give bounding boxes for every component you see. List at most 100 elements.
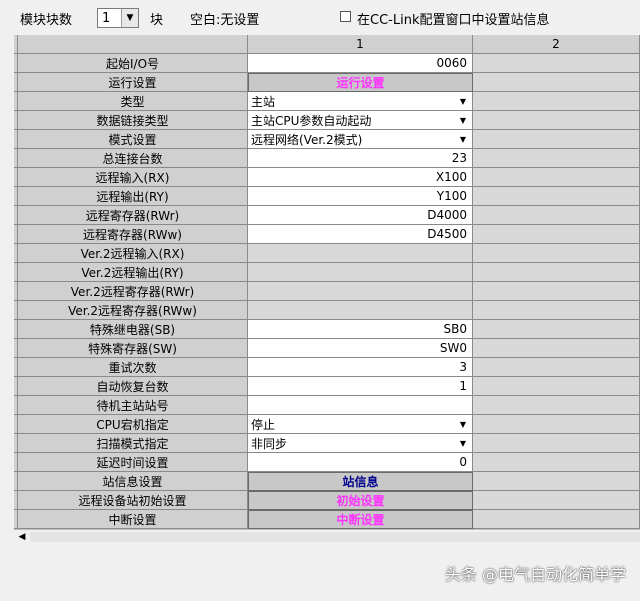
value-cell[interactable]: 3 bbox=[248, 358, 473, 377]
value-dropdown[interactable]: 主站 ▼ bbox=[248, 92, 473, 111]
table-row: 特殊继电器(SB) SB0 bbox=[14, 320, 640, 339]
row-label: 扫描模式指定 bbox=[18, 434, 248, 453]
row-label: 模式设置 bbox=[18, 130, 248, 149]
module-2-cell bbox=[473, 187, 640, 206]
table-row: 运行设置 运行设置 bbox=[14, 73, 640, 92]
value-cell[interactable] bbox=[248, 396, 473, 415]
station-info-checkbox-label: 在CC-Link配置窗口中设置站信息 bbox=[357, 13, 550, 28]
row-label: 远程输出(RY) bbox=[18, 187, 248, 206]
module-2-cell bbox=[473, 54, 640, 73]
module-unit-label: 块 bbox=[150, 13, 164, 28]
dropdown-value: 远程网络(Ver.2模式) bbox=[251, 132, 363, 147]
settings-button[interactable]: 运行设置 bbox=[248, 73, 473, 92]
row-label: 总连接台数 bbox=[18, 149, 248, 168]
module-2-cell bbox=[473, 510, 640, 529]
value-cell[interactable]: D4500 bbox=[248, 225, 473, 244]
table-row: 总连接台数 23 bbox=[14, 149, 640, 168]
chevron-down-icon[interactable]: ▼ bbox=[455, 416, 471, 432]
table-row: Ver.2远程寄存器(RWr) bbox=[14, 282, 640, 301]
scrollbar-thumb[interactable] bbox=[30, 532, 640, 542]
dropdown-value: 停止 bbox=[251, 417, 276, 432]
row-label: Ver.2远程寄存器(RWr) bbox=[18, 282, 248, 301]
value-dropdown[interactable]: 非同步 ▼ bbox=[248, 434, 473, 453]
module-2-cell bbox=[473, 130, 640, 149]
value-cell[interactable]: X100 bbox=[248, 168, 473, 187]
row-label: 运行设置 bbox=[18, 73, 248, 92]
module-count-label: 模块块数 bbox=[20, 13, 73, 28]
module-2-cell bbox=[473, 149, 640, 168]
value-dropdown[interactable]: 远程网络(Ver.2模式) ▼ bbox=[248, 130, 473, 149]
value-cell[interactable]: 0 bbox=[248, 453, 473, 472]
row-label: Ver.2远程输入(RX) bbox=[18, 244, 248, 263]
table-row: Ver.2远程寄存器(RWw) bbox=[14, 301, 640, 320]
table-row: 自动恢复台数 1 bbox=[14, 377, 640, 396]
module-2-cell bbox=[473, 206, 640, 225]
table-row: 远程寄存器(RWr) D4000 bbox=[14, 206, 640, 225]
table-row: 站信息设置 站信息 bbox=[14, 472, 640, 491]
dropdown-value: 非同步 bbox=[251, 436, 288, 451]
station-info-checkbox[interactable] bbox=[340, 11, 351, 22]
settings-button[interactable]: 中断设置 bbox=[248, 510, 473, 529]
button-label: 运行设置 bbox=[336, 76, 385, 90]
chevron-down-icon[interactable]: ▼ bbox=[455, 93, 471, 109]
value-cell[interactable]: 23 bbox=[248, 149, 473, 168]
value-dropdown[interactable]: 主站CPU参数自动起动 ▼ bbox=[248, 111, 473, 130]
disabled-value-cell bbox=[248, 282, 473, 301]
value-cell[interactable]: 0060 bbox=[248, 54, 473, 73]
settings-button[interactable]: 初始设置 bbox=[248, 491, 473, 510]
value-cell[interactable]: D4000 bbox=[248, 206, 473, 225]
dropdown-value: 主站 bbox=[251, 94, 276, 109]
column-header-2[interactable]: 2 bbox=[473, 35, 640, 54]
table-row: 起始I/O号 0060 bbox=[14, 54, 640, 73]
module-2-cell bbox=[473, 396, 640, 415]
scroll-left-icon[interactable]: ◀ bbox=[16, 531, 28, 543]
table-row: CPU宕机指定 停止 ▼ bbox=[14, 415, 640, 434]
module-2-cell bbox=[473, 301, 640, 320]
row-label: 起始I/O号 bbox=[18, 54, 248, 73]
table-row: 远程输入(RX) X100 bbox=[14, 168, 640, 187]
row-label: CPU宕机指定 bbox=[18, 415, 248, 434]
dropdown-value: 主站CPU参数自动起动 bbox=[251, 113, 372, 128]
module-2-cell bbox=[473, 358, 640, 377]
table-row: 特殊寄存器(SW) SW0 bbox=[14, 339, 640, 358]
table-row: 数据链接类型 主站CPU参数自动起动 ▼ bbox=[14, 111, 640, 130]
table-row: 远程设备站初始设置 初始设置 bbox=[14, 491, 640, 510]
table-row: 模式设置 远程网络(Ver.2模式) ▼ bbox=[14, 130, 640, 149]
module-2-cell bbox=[473, 73, 640, 92]
toolbar: 模块块数 1 ▼ 块 空白:无设置 在CC-Link配置窗口中设置站信息 bbox=[0, 0, 640, 34]
value-dropdown[interactable]: 停止 ▼ bbox=[248, 415, 473, 434]
module-2-cell bbox=[473, 111, 640, 130]
table-row: Ver.2远程输入(RX) bbox=[14, 244, 640, 263]
left-margin bbox=[0, 35, 14, 545]
chevron-down-icon[interactable]: ▼ bbox=[455, 112, 471, 128]
row-label: 重试次数 bbox=[18, 358, 248, 377]
corner-header bbox=[18, 35, 248, 54]
button-label: 站信息 bbox=[342, 475, 379, 489]
module-2-cell bbox=[473, 434, 640, 453]
value-cell[interactable]: 1 bbox=[248, 377, 473, 396]
module-2-cell bbox=[473, 244, 640, 263]
column-header-1[interactable]: 1 bbox=[248, 35, 473, 54]
row-label: 类型 bbox=[18, 92, 248, 111]
value-cell[interactable]: SW0 bbox=[248, 339, 473, 358]
module-2-cell bbox=[473, 339, 640, 358]
module-count-select[interactable]: 1 ▼ bbox=[97, 8, 139, 28]
row-label: 远程寄存器(RWw) bbox=[18, 225, 248, 244]
module-2-cell bbox=[473, 282, 640, 301]
chevron-down-icon[interactable]: ▼ bbox=[455, 435, 471, 451]
table-row: 远程输出(RY) Y100 bbox=[14, 187, 640, 206]
row-label: 远程寄存器(RWr) bbox=[18, 206, 248, 225]
parameter-grid: 1 2 起始I/O号 0060 运行设置 运行设置 类型 主站 ▼ 数据链接类型 主站CPU参数… bbox=[14, 35, 640, 529]
value-cell[interactable]: SB0 bbox=[248, 320, 473, 339]
chevron-down-icon[interactable]: ▼ bbox=[121, 9, 138, 27]
settings-button[interactable]: 站信息 bbox=[248, 472, 473, 491]
chevron-down-icon[interactable]: ▼ bbox=[455, 131, 471, 147]
row-label: 远程输入(RX) bbox=[18, 168, 248, 187]
module-2-cell bbox=[473, 320, 640, 339]
button-label: 中断设置 bbox=[336, 513, 385, 527]
value-cell[interactable]: Y100 bbox=[248, 187, 473, 206]
horizontal-scrollbar[interactable]: ◀ bbox=[14, 529, 640, 545]
table-row: 待机主站站号 bbox=[14, 396, 640, 415]
blank-status: 空白:无设置 bbox=[190, 13, 260, 28]
row-label: 延迟时间设置 bbox=[18, 453, 248, 472]
